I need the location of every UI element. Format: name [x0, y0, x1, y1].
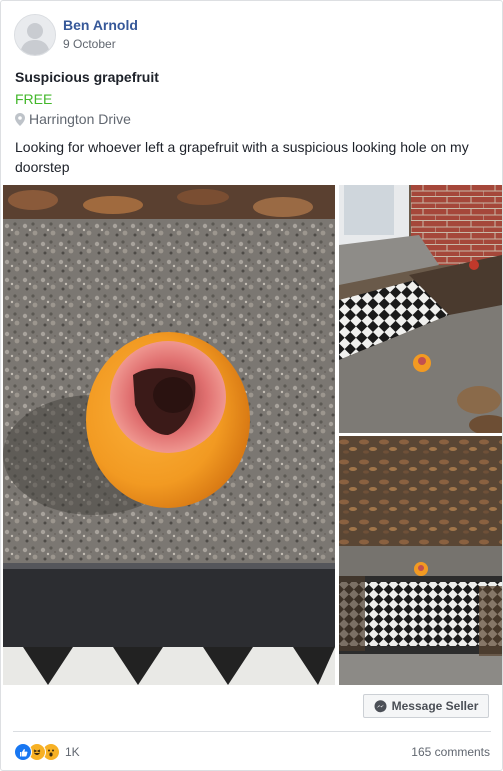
reaction-count: 1K [65, 745, 80, 759]
post-date[interactable]: 9 October [63, 37, 116, 51]
message-seller-button[interactable]: Message Seller [363, 694, 489, 718]
marketplace-post-card: Ben Arnold 9 October Suspicious grapefru… [0, 0, 503, 771]
listing-description: Looking for whoever left a grapefruit wi… [15, 139, 469, 175]
author-name[interactable]: Ben Arnold [63, 17, 138, 33]
comments-count-link[interactable]: 165 comments [411, 745, 490, 759]
listing-price: FREE [15, 91, 53, 107]
avatar[interactable] [14, 14, 56, 56]
location-label: Harrington Drive [29, 111, 131, 127]
reaction-summary[interactable]: 1K [14, 743, 80, 761]
listing-location: Harrington Drive [15, 111, 131, 127]
footer-divider [13, 731, 491, 732]
photo-doorstep[interactable] [339, 185, 502, 433]
location-pin-icon [15, 112, 25, 126]
message-seller-label: Message Seller [391, 699, 479, 713]
photo-front-path[interactable] [339, 436, 502, 685]
default-profile-icon [15, 15, 55, 55]
messenger-icon [374, 699, 387, 712]
photo-main-grapefruit[interactable] [3, 185, 335, 685]
listing-title: Suspicious grapefruit [15, 69, 159, 85]
like-reaction-icon [14, 743, 32, 761]
